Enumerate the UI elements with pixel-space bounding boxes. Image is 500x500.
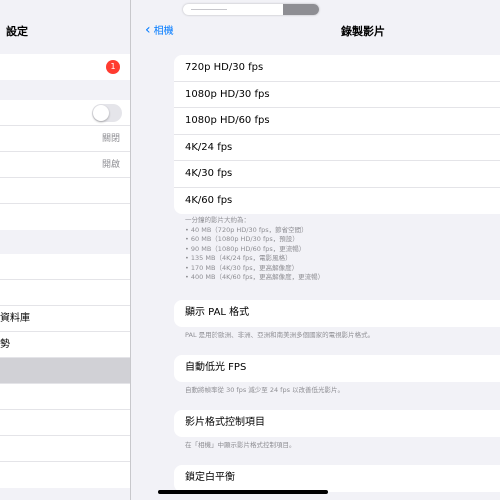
record-video-pane: ‹ 相機 錄製影片 720p HD/30 fps 1080p HD/30 fps… (131, 0, 500, 500)
format-option-4k60[interactable]: 4K/60 fps (174, 188, 500, 215)
pal-group: 顯示 PAL 格式 (174, 300, 500, 327)
notification-badge: 1 (106, 60, 120, 74)
size-info-line: • 60 MB（1080p HD/30 fps，預設） (185, 235, 299, 243)
multitasking-handle[interactable] (183, 4, 319, 15)
sidebar-item-toggle-row[interactable] (0, 100, 130, 126)
sidebar-item-2[interactable]: 開啟 (0, 152, 130, 178)
format-option-1080p30[interactable]: 1080p HD/30 fps (174, 82, 500, 108)
sidebar-item-10[interactable] (0, 410, 130, 436)
format-option-4k24[interactable]: 4K/24 fps (174, 135, 500, 161)
size-info-line: • 90 MB（1080p HD/60 fps，更流暢） (185, 244, 306, 253)
low-light-group: 自動低光 FPS (174, 355, 500, 382)
sidebar-item-value: 開啟 (101, 160, 120, 170)
low-light-footnote: 自動將幀率從 30 fps 減少至 24 fps 以改善低光影片。 (185, 386, 345, 394)
back-button[interactable]: ‹ 相機 (145, 21, 174, 38)
format-control-row[interactable]: 影片格式控制項目 (174, 410, 500, 437)
size-info-line: • 135 MB（4K/24 fps，電影風格） (185, 254, 292, 262)
lock-white-balance-row[interactable]: 鎖定白平衡 (174, 465, 500, 492)
sidebar-group-connectivity: 關閉 開啟 (0, 100, 130, 230)
sidebar-item-camera-selected[interactable] (0, 358, 130, 384)
sidebar-item-updates[interactable]: 1 (0, 54, 130, 80)
sidebar-item-11[interactable] (0, 436, 130, 462)
sidebar-item-label: 勢 (0, 339, 10, 350)
sidebar-item-4[interactable] (0, 204, 130, 230)
white-balance-group: 鎖定白平衡 (174, 465, 500, 492)
pal-footnote: PAL 是用於歐洲、非洲、亞洲和南美洲多個國家的電視影片格式。 (185, 331, 375, 339)
size-info-line: • 170 MB（4K/30 fps，更高解像度） (185, 263, 299, 272)
sidebar-group-top: 1 (0, 54, 130, 80)
size-info-line: 一分鐘的影片大約為： (185, 216, 250, 224)
sidebar-item-database[interactable]: 資料庫 (0, 306, 130, 332)
settings-sidebar: 設定 1 關閉 開啟 資料庫 勢 (0, 0, 130, 500)
size-info-line: • 400 MB（4K/60 fps，更高解像度，更流暢） (185, 273, 325, 281)
handle-line (191, 9, 227, 10)
home-indicator[interactable] (158, 490, 328, 494)
back-button-label: 相機 (153, 26, 174, 37)
sidebar-item-1[interactable]: 關閉 (0, 126, 130, 152)
sidebar-group-apps: 資料庫 勢 (0, 254, 130, 488)
sidebar-item-5[interactable] (0, 254, 130, 280)
size-info-footnote: 一分鐘的影片大約為： • 40 MB（720p HD/30 fps，節省空間） … (185, 216, 485, 283)
format-control-group: 影片格式控制項目 (174, 410, 500, 437)
sidebar-item-6[interactable] (0, 280, 130, 306)
format-option-720p30[interactable]: 720p HD/30 fps (174, 55, 500, 82)
toggle-switch[interactable] (92, 104, 122, 122)
sidebar-item-value: 關閉 (101, 134, 120, 144)
handle-segment (283, 4, 319, 15)
sidebar-item-3[interactable] (0, 178, 130, 204)
chevron-left-icon: ‹ (145, 21, 151, 38)
format-option-1080p60[interactable]: 1080p HD/60 fps (174, 108, 500, 135)
low-light-fps-row[interactable]: 自動低光 FPS (174, 355, 500, 382)
video-format-list: 720p HD/30 fps 1080p HD/30 fps 1080p HD/… (174, 55, 500, 214)
sidebar-item-trend[interactable]: 勢 (0, 332, 130, 358)
format-option-4k30[interactable]: 4K/30 fps (174, 161, 500, 188)
sidebar-item-9[interactable] (0, 384, 130, 410)
sidebar-item-label: 資料庫 (0, 313, 30, 324)
sidebar-title: 設定 (6, 25, 28, 38)
size-info-line: • 40 MB（720p HD/30 fps，節省空間） (185, 225, 308, 234)
format-control-footnote: 在「相機」中顯示影片格式控制項目。 (185, 441, 296, 449)
sidebar-item-12[interactable] (0, 462, 130, 488)
page-title: 錄製影片 (341, 25, 385, 38)
pal-format-row[interactable]: 顯示 PAL 格式 (174, 300, 500, 327)
